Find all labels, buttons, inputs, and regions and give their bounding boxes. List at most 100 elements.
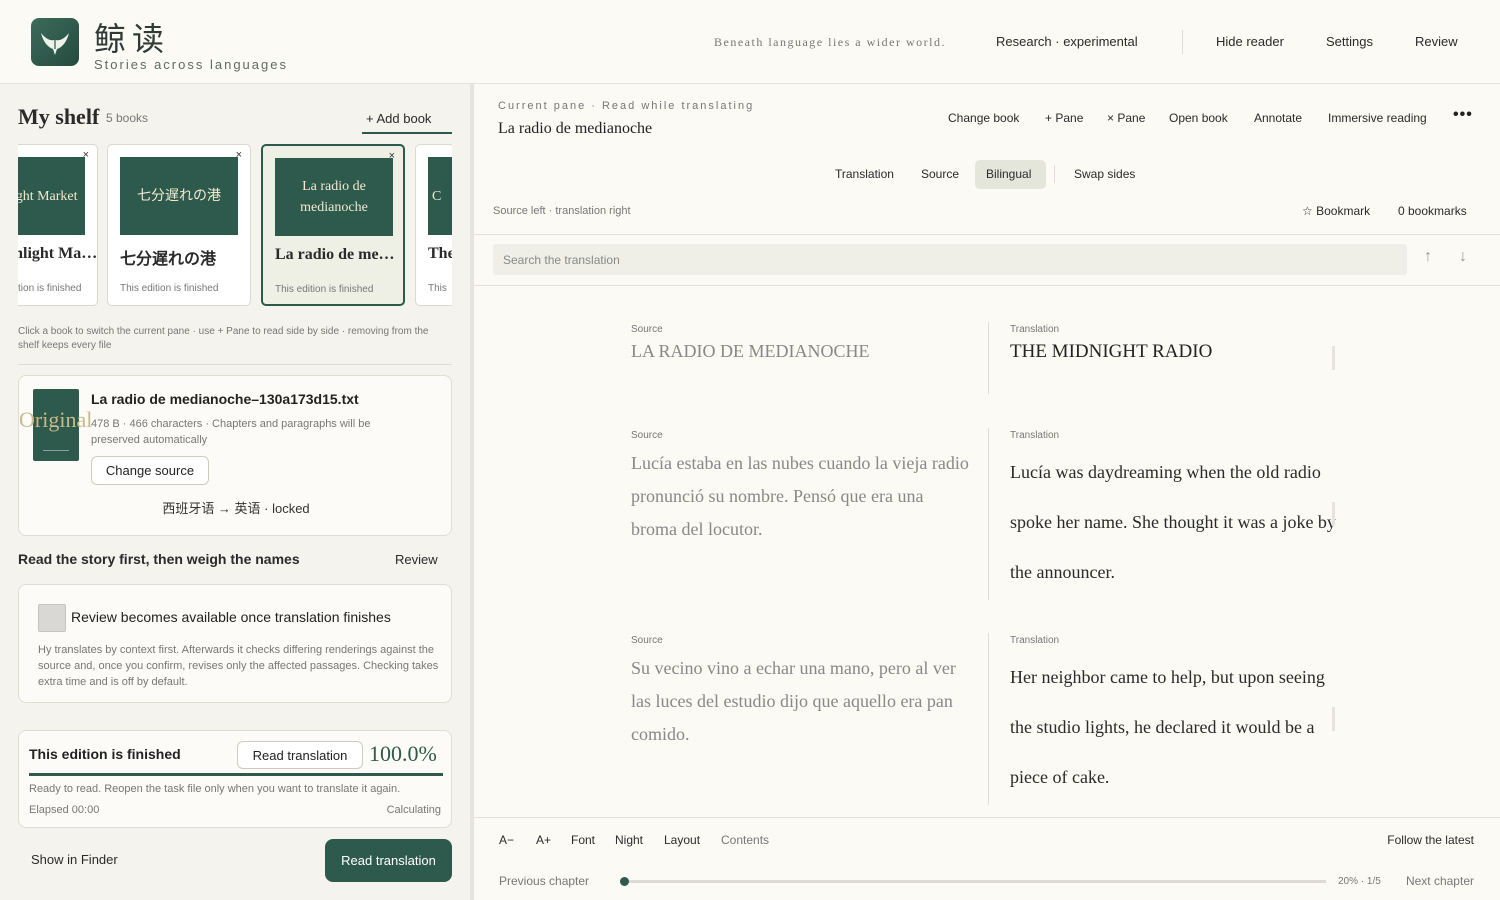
source-text: Lucía estaba en las nubes cuando la viej… (631, 453, 969, 539)
book-card[interactable]: 七分遅れの港 七分遅れの港 This edition is finished × (107, 144, 251, 306)
book-status: This edition is finished (275, 284, 374, 295)
translation-caption: Translation (1010, 635, 1060, 646)
whale-logo-icon (31, 18, 79, 66)
chapter-slider[interactable] (620, 877, 1326, 886)
annotate-button[interactable]: Annotate (1254, 111, 1302, 125)
divider (18, 364, 452, 365)
previous-chapter-button[interactable]: Previous chapter (499, 874, 589, 888)
arrow-up-icon[interactable]: ↑ (1424, 248, 1432, 266)
book-cover: 七分遅れの港 (120, 157, 238, 235)
change-book-button[interactable]: Change book (948, 111, 1019, 125)
book-cover: C (428, 157, 452, 235)
file-name: La radio de medianoche–130a173d15.txt (91, 391, 359, 407)
book-title: 七分遅れの港 (120, 251, 217, 268)
shelf-hint: Click a book to switch the current pane … (18, 326, 429, 351)
layout-button[interactable]: Layout (664, 833, 700, 847)
remove-pane-button[interactable]: × Pane (1107, 111, 1145, 125)
more-icon[interactable]: ••• (1453, 106, 1473, 124)
font-button[interactable]: Font (571, 833, 595, 847)
contents-button[interactable]: Contents (721, 833, 769, 847)
language-lock: 西班牙语 → 英语 · locked (162, 501, 310, 516)
night-mode-button[interactable]: Night (615, 833, 643, 847)
translation-caption: Translation (1010, 324, 1060, 335)
source-text: Su vecino vino a echar una mano, pero al… (631, 658, 956, 744)
change-source-button[interactable]: Change source (91, 456, 209, 485)
eta-text: Calculating (386, 804, 441, 816)
review-checkbox[interactable] (38, 604, 66, 632)
column-divider (988, 322, 989, 394)
immersive-reading-button[interactable]: Immersive reading (1328, 111, 1427, 125)
font-increase-button[interactable]: A+ (536, 833, 551, 847)
swap-sides-button[interactable]: Swap sides (1074, 167, 1135, 181)
nav-research[interactable]: Research · experimental (996, 34, 1138, 49)
layout-label: Source left · translation right (493, 205, 631, 217)
book-card[interactable]: Moonlight Market Moonlight Market This e… (18, 144, 103, 306)
app-title: 鲸读 (94, 20, 171, 58)
add-pane-button[interactable]: + Pane (1045, 111, 1083, 125)
review-description: Hy translates by context first. Afterwar… (38, 644, 439, 688)
translation-column: Translation Her neighbor came to help, b… (1010, 635, 1350, 802)
book-card-active[interactable]: La radio de medianoche La radio de media… (261, 144, 405, 306)
status-title: This edition is finished (29, 746, 181, 762)
mode-divider (1054, 165, 1055, 183)
app-tagline: Beneath language lies a wider world. (714, 35, 946, 49)
search-input[interactable] (493, 244, 1407, 275)
source-caption: Source (631, 430, 663, 441)
status-card: This edition is finished Read translatio… (18, 730, 452, 828)
book-cover: Moonlight Market (18, 157, 85, 235)
paragraph-marker (1332, 346, 1335, 370)
file-thumb-text: Original (19, 407, 93, 432)
tab-source[interactable]: Source (921, 167, 959, 181)
nav-review[interactable]: Review (1415, 34, 1458, 49)
translation-text: THE MIDNIGHT RADIO (1010, 341, 1213, 362)
arrow-down-icon[interactable]: ↓ (1459, 248, 1467, 266)
source-column: Source Lucía estaba en las nubes cuando … (631, 430, 971, 546)
column-divider (988, 633, 989, 805)
paragraph-marker (1332, 707, 1335, 731)
nav-settings[interactable]: Settings (1326, 34, 1373, 49)
open-book-button[interactable]: Open book (1169, 111, 1228, 125)
top-bar: 鲸读 Stories across languages Beneath lang… (0, 0, 1500, 84)
next-chapter-button[interactable]: Next chapter (1406, 874, 1474, 888)
review-heading: Read the story first, then weigh the nam… (18, 551, 300, 567)
book-card[interactable]: C The This (415, 144, 452, 306)
file-meta: 478 B · 466 characters · Chapters and pa… (91, 418, 371, 446)
translation-column: Translation THE MIDNIGHT RADIO (1010, 324, 1350, 363)
show-in-finder-button[interactable]: Show in Finder (31, 852, 118, 867)
read-translation-button[interactable]: Read translation (325, 839, 452, 882)
review-link[interactable]: Review (395, 552, 438, 567)
pane-title: La radio de medianoche (498, 120, 653, 137)
nav-hide-reader[interactable]: Hide reader (1216, 34, 1284, 49)
translation-column: Translation Lucía was daydreaming when t… (1010, 430, 1350, 597)
reader-footer: A− A+ Font Night Layout Contents Follow … (474, 817, 1500, 900)
close-icon[interactable]: × (236, 149, 242, 161)
tab-translation[interactable]: Translation (835, 167, 894, 181)
source-caption: Source (631, 635, 663, 646)
add-book-button[interactable]: + Add book (366, 111, 431, 126)
close-icon[interactable]: × (83, 149, 89, 161)
translation-text: Her neighbor came to help, but upon seei… (1010, 667, 1325, 787)
tab-bilingual[interactable]: Bilingual (986, 167, 1031, 181)
shelf-strip[interactable]: Moonlight Market Moonlight Market This e… (18, 144, 452, 306)
translation-text: Lucía was daydreaming when the old radio… (1010, 462, 1336, 582)
book-cover: La radio de medianoche (275, 158, 393, 236)
slider-handle[interactable] (620, 877, 629, 886)
source-text: LA RADIO DE MEDIANOCHE (631, 341, 870, 361)
source-caption: Source (631, 324, 663, 335)
read-translation-small-button[interactable]: Read translation (237, 741, 363, 769)
source-column: Source LA RADIO DE MEDIANOCHE (631, 324, 971, 362)
status-description: Ready to read. Reopen the task file only… (29, 783, 401, 795)
file-thumb-line (43, 450, 69, 451)
app-subtitle: Stories across languages (94, 57, 288, 72)
close-icon[interactable]: × (389, 150, 395, 162)
shelf-title: My shelf (18, 104, 100, 129)
progress-fill (29, 773, 443, 776)
reader-pane: Current pane · Read while translating La… (474, 84, 1500, 900)
font-decrease-button[interactable]: A− (499, 833, 514, 847)
shelf-count: 5 books (106, 111, 149, 125)
elapsed-time: Elapsed 00:00 (29, 804, 100, 816)
bookmarks-count[interactable]: 0 bookmarks (1398, 204, 1467, 218)
follow-latest-button[interactable]: Follow the latest (1387, 833, 1474, 847)
column-divider (988, 428, 989, 600)
bookmark-button[interactable]: ☆ Bookmark (1302, 204, 1370, 218)
